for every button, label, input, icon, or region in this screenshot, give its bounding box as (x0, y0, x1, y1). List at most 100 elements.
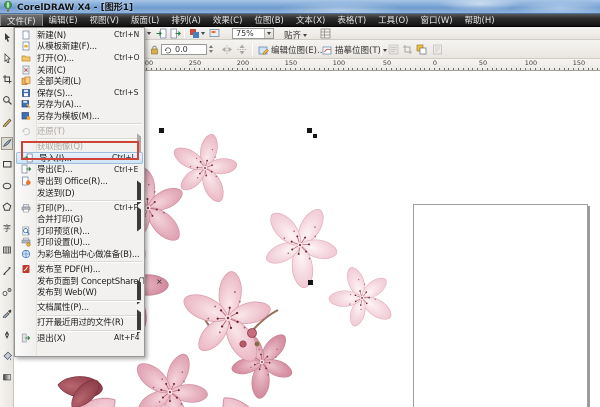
file-menu-item-21[interactable]: 为彩色输出中心做准备(B)... (15, 248, 144, 260)
freehand-tool[interactable] (1, 115, 13, 128)
export-toolbar-icon[interactable] (170, 28, 181, 39)
selection-handle-top-right[interactable] (307, 128, 312, 133)
menu-item-label: 保存(S)... (37, 88, 73, 99)
smart-fill-tool[interactable] (1, 136, 13, 150)
crop-tool[interactable] (1, 73, 13, 86)
file-menu-item-7[interactable]: 另存为模板(M)... (15, 110, 144, 122)
export-office-icon (21, 176, 31, 186)
ruler-tick (294, 67, 296, 70)
menubar-item-9[interactable]: 工具(O) (372, 14, 414, 26)
selection-handle-top-middle[interactable] (159, 128, 164, 133)
polygon-tool[interactable] (1, 200, 13, 213)
mirror-horizontal-icon[interactable] (221, 44, 233, 55)
file-menu-item-27[interactable]: 文档属性(P)... (15, 302, 144, 313)
save-as-icon (21, 100, 31, 109)
import-toolbar-icon[interactable] (156, 28, 167, 39)
table-tool[interactable] (1, 243, 13, 256)
mirror-vertical-icon[interactable] (236, 44, 248, 55)
file-menu-item-14[interactable]: 导出到 Office(R)... (15, 175, 144, 187)
file-menu-item-5[interactable]: 保存(S)... Ctrl+S (15, 87, 144, 99)
lock-ratio-icon[interactable] (150, 45, 159, 55)
menubar-item-5[interactable]: 效果(C) (207, 14, 249, 26)
selection-center-marker[interactable]: × (156, 278, 163, 286)
menubar-item-10[interactable]: 窗口(W) (415, 14, 459, 26)
ruler-tick (558, 67, 560, 70)
file-menu-item-25[interactable]: 发布到 Web(W) (15, 279, 144, 305)
file-menu-item-2[interactable]: 打开(O)... Ctrl+O (15, 52, 144, 64)
wrap-text-icon[interactable] (388, 44, 399, 55)
edit-bitmap-icon (258, 46, 269, 55)
selection-handle-right-middle[interactable] (308, 280, 313, 285)
zoom-tool[interactable] (1, 94, 13, 107)
ruler-tick (318, 67, 320, 70)
ruler-label: 50 (478, 59, 488, 67)
ruler-label: 150 (572, 59, 586, 67)
ruler-label: 150 (284, 59, 298, 67)
rotation-spinner[interactable] (209, 45, 213, 53)
file-menu-item-24[interactable]: 发布页面到 ConceptShare(T)... (15, 275, 144, 287)
rectangle-tool[interactable] (1, 158, 13, 171)
menu-item-label: 新建(N) (37, 30, 66, 41)
menubar-item-2[interactable]: 视图(V) (84, 14, 125, 26)
blend-tool[interactable] (1, 286, 13, 299)
text-tool[interactable]: 字 (1, 222, 13, 235)
menu-item-label: 发布到 Web(W) (37, 288, 97, 299)
ruler-tick (486, 67, 488, 70)
file-menu-item-18[interactable]: 合并打印(G) (15, 206, 144, 232)
eyedropper-tool[interactable] (1, 307, 13, 320)
menubar-item-8[interactable]: 表格(T) (331, 14, 372, 26)
options-icon[interactable] (320, 28, 331, 39)
ruler-tick (448, 67, 450, 70)
file-menu-item-6[interactable]: 另存为(A)... (15, 99, 144, 110)
edit-bitmap-button[interactable]: 编辑位图(E)... (258, 44, 325, 56)
file-menu-item-1[interactable]: 从模板新建(F)... (15, 41, 144, 52)
ellipse-tool[interactable] (1, 179, 13, 192)
file-menu-item-29[interactable]: 打开最近用过的文件(R) (15, 309, 144, 335)
ruler-tick (438, 67, 440, 70)
selection-handle-offset[interactable] (313, 134, 317, 138)
file-menu-item-9[interactable]: 还原(T) (15, 125, 144, 137)
file-menu-item-15[interactable]: 发送到(D) (15, 180, 144, 206)
menubar-item-11[interactable]: 帮助(H) (459, 14, 501, 26)
toolbar-overflow-icon[interactable] (147, 32, 151, 35)
print-setup-icon (21, 238, 31, 247)
menubar-item-7[interactable]: 文本(X) (290, 14, 331, 26)
menubar-item-4[interactable]: 排列(A) (165, 14, 206, 26)
welcome-screen-icon[interactable] (209, 28, 220, 39)
ruler-tick (563, 67, 565, 70)
file-menu-item-20[interactable]: 打印设置(U)... (15, 237, 144, 248)
file-menu-item-4[interactable]: 全部关闭(L) (15, 75, 144, 87)
launcher-dropdown-icon[interactable] (201, 32, 205, 35)
application-launcher-icon[interactable] (189, 28, 200, 39)
menubar-item-0[interactable]: 文件(F) (0, 14, 43, 27)
menubar-item-3[interactable]: 版面(L) (125, 14, 165, 26)
shape-tool[interactable] (1, 51, 13, 64)
file-menu-item-23[interactable]: 发布至 PDF(H)... (15, 263, 144, 275)
file-menu-item-17[interactable]: 打印(P)... Ctrl+P (15, 202, 144, 214)
open-folder-icon (21, 55, 30, 62)
menu-item-label: 导出(E)... (37, 165, 73, 176)
menu-item-label: 打开(O)... (37, 53, 74, 64)
file-menu-item-19[interactable]: 打印预览(R)... (15, 225, 144, 237)
outline-pen-tool[interactable] (1, 328, 13, 341)
menubar-item-6[interactable]: 位图(B) (248, 14, 289, 26)
fill-tool[interactable] (1, 350, 13, 363)
file-menu-item-0[interactable]: 新建(N) Ctrl+N (15, 29, 144, 41)
exit-icon (21, 333, 30, 342)
pick-tool[interactable] (1, 30, 13, 43)
dimension-tool[interactable] (1, 264, 13, 277)
menubar-item-1[interactable]: 编辑(E) (43, 14, 84, 26)
ruler-tick (568, 67, 570, 70)
file-menu-item-13[interactable]: 导出(E)... Ctrl+E (15, 164, 144, 176)
rotation-angle-field[interactable]: 0.0 (161, 44, 207, 55)
crop-bitmap-icon[interactable] (402, 44, 413, 55)
trace-bitmap-button[interactable]: 描摹位图(T) (322, 44, 387, 56)
resample-icon[interactable] (416, 44, 427, 55)
zoom-level-combo[interactable]: 75% (232, 28, 274, 39)
file-menu-item-31[interactable]: 退出(X) Alt+F4 (15, 332, 144, 344)
prepare-output-icon (21, 249, 30, 259)
bitmap-mode-icon[interactable] (432, 44, 443, 55)
ruler-tick (462, 67, 464, 70)
interactive-fill-tool[interactable] (1, 371, 13, 384)
file-menu-item-3[interactable]: 关闭(C) (15, 64, 144, 76)
